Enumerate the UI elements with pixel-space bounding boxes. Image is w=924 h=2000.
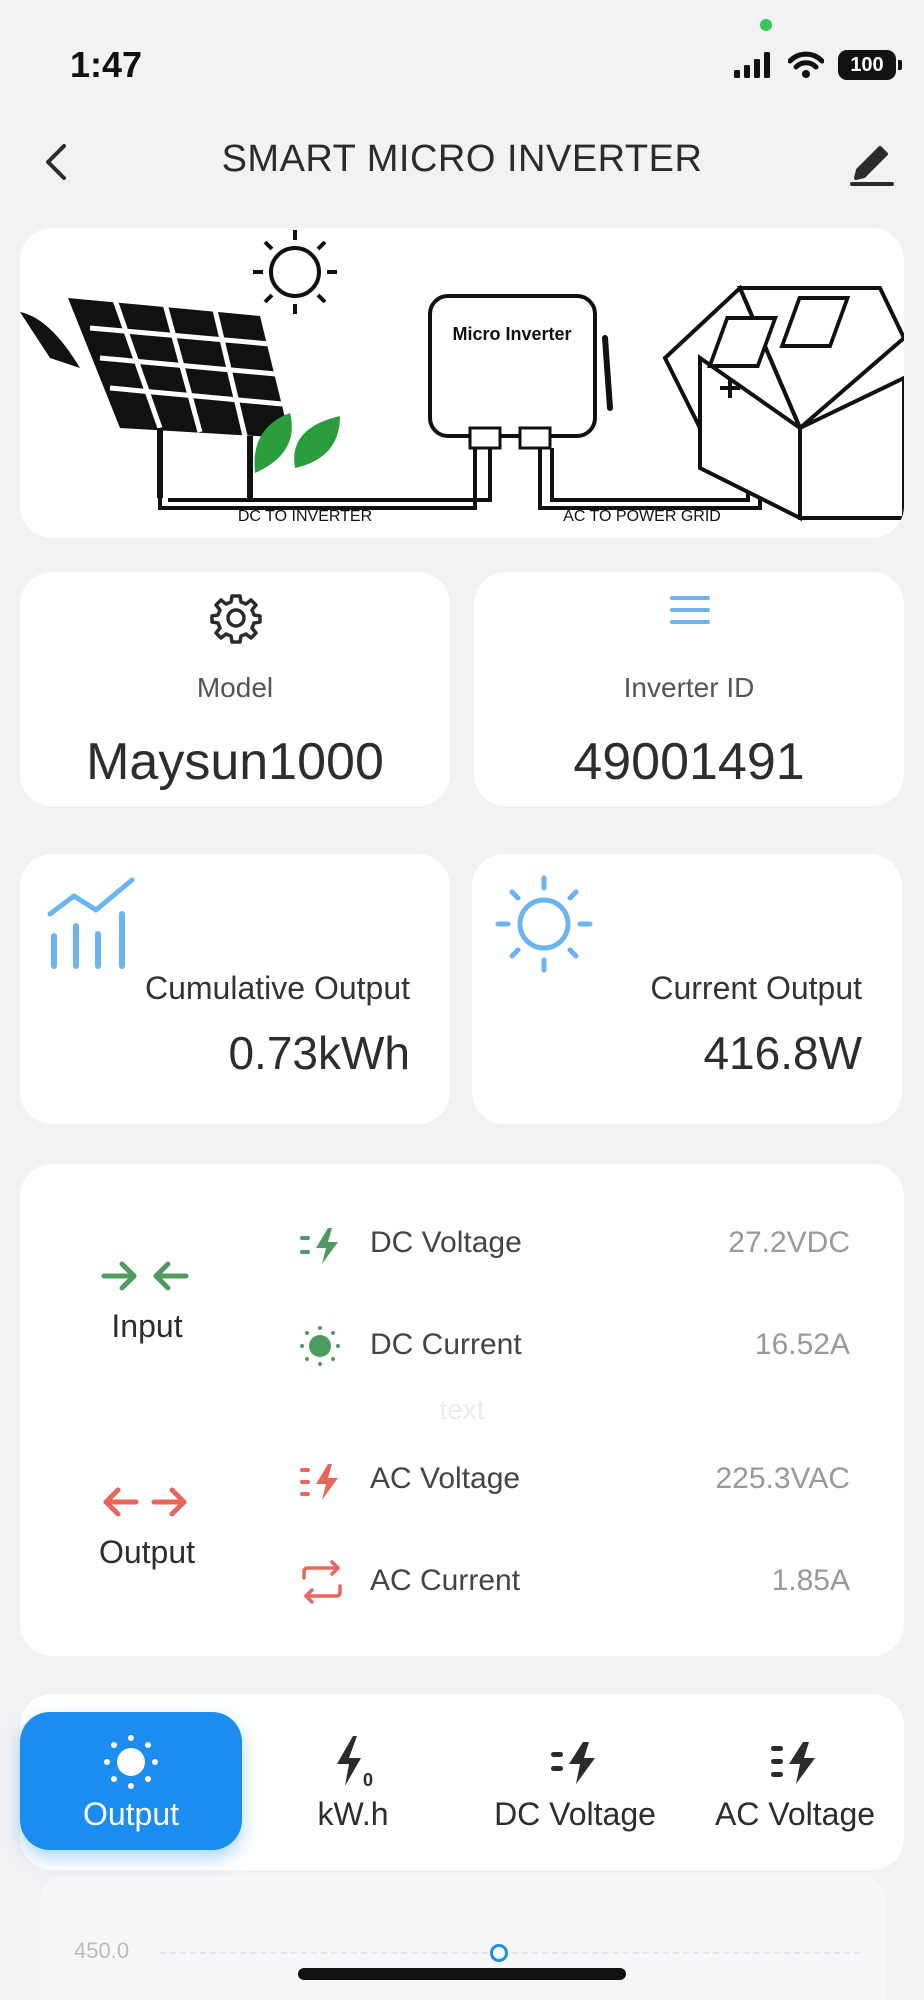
model-label: Model [196,672,274,703]
sun-icon [104,1735,158,1789]
chart-point[interactable] [490,1944,508,1962]
status-icons: 100 [734,50,902,80]
inverter-id-card: Inverter ID 49001491 [474,572,904,806]
chart-gridline [160,1952,860,1954]
io-card: Input Output DC Voltage 27.2VDC DC Curre… [20,1164,904,1656]
tab-kwh-label: kW.h [317,1796,389,1832]
solar-panel-drawing [20,298,290,498]
ac-voltage-icon [771,1742,815,1784]
ac-voltage-value: 225.3VAC [715,1462,850,1495]
chart-icon [47,877,135,969]
edit-icon[interactable] [848,138,896,188]
dc-voltage-value: 27.2VDC [728,1226,850,1259]
dc-voltage-icon [551,1742,595,1784]
output-label: Output [98,1534,196,1570]
input-label: Input [111,1308,183,1344]
tab-kwh[interactable]: 0 kW.h [242,1712,464,1850]
model-card: Model Maysun1000 [20,572,450,806]
ac-voltage-icon [300,1464,338,1500]
current-output-card: Current Output 416.8W [472,854,902,1124]
house-drawing [662,284,904,522]
cumulative-output-label: Cumulative Output [144,970,410,1006]
inverter-id-value: 49001491 [573,733,805,791]
battery-indicator: 100 [838,50,902,80]
dc-to-inverter-label: DC TO INVERTER [238,508,372,525]
y-axis-tick: 450.0 [74,1938,130,1963]
svg-text:Micro Inverter: Micro Inverter [452,324,571,344]
output-chart: 450.0 [40,1876,886,2000]
ac-current-label: AC Current [370,1564,521,1597]
wifi-icon [788,51,824,78]
input-arrows-icon [101,1261,189,1291]
model-value: Maysun1000 [86,733,384,791]
tab-dc-voltage-label: DC Voltage [494,1796,656,1832]
tab-output-label: Output [82,1796,180,1832]
system-illustration: Micro Inverter DC TO INVERTER AC TO POWE… [20,228,904,538]
ac-current-value: 1.85A [771,1564,850,1597]
tab-ac-voltage-label: AC Voltage [714,1796,876,1832]
tab-output[interactable]: Output [20,1712,242,1850]
svg-text:0: 0 [363,1770,373,1790]
dc-voltage-label: DC Voltage [370,1226,522,1259]
sun-drawing-icon [253,230,337,314]
signal-icon [734,52,770,78]
current-output-value: 416.8W [703,1027,862,1079]
current-output-label: Current Output [650,970,862,1006]
dc-current-icon [300,1326,340,1366]
tab-ac-voltage[interactable]: AC Voltage [684,1712,906,1850]
placeholder-text: text [439,1394,485,1425]
gear-icon [210,594,262,644]
tab-dc-voltage[interactable]: DC Voltage [464,1712,686,1850]
chart-tab-bar: Output 0 kW.h DC Voltage AC Voltage [20,1694,904,1870]
dc-voltage-icon [300,1228,338,1264]
dc-current-value: 16.52A [754,1328,850,1361]
sun-icon [495,875,593,973]
ac-to-grid-label: AC TO POWER GRID [563,508,721,525]
page-title: SMART MICRO INVERTER [221,138,703,180]
status-time: 1:47 [70,44,143,85]
solar-system-diagram: Micro Inverter DC TO INVERTER AC TO POWE… [20,230,904,525]
dc-current-label: DC Current [370,1328,522,1361]
output-arrows-icon [103,1487,187,1517]
cumulative-output-card: Cumulative Output 0.73kWh [20,854,450,1124]
privacy-indicator [760,19,772,31]
ac-current-icon [302,1560,342,1604]
home-indicator [298,1968,626,1980]
energy-icon: 0 [337,1736,373,1790]
inverter-id-label: Inverter ID [623,672,755,703]
micro-inverter-drawing: Micro Inverter [428,294,613,450]
cumulative-output-value: 0.73kWh [228,1027,410,1079]
menu-icon [670,596,710,624]
ac-voltage-label: AC Voltage [370,1462,521,1495]
